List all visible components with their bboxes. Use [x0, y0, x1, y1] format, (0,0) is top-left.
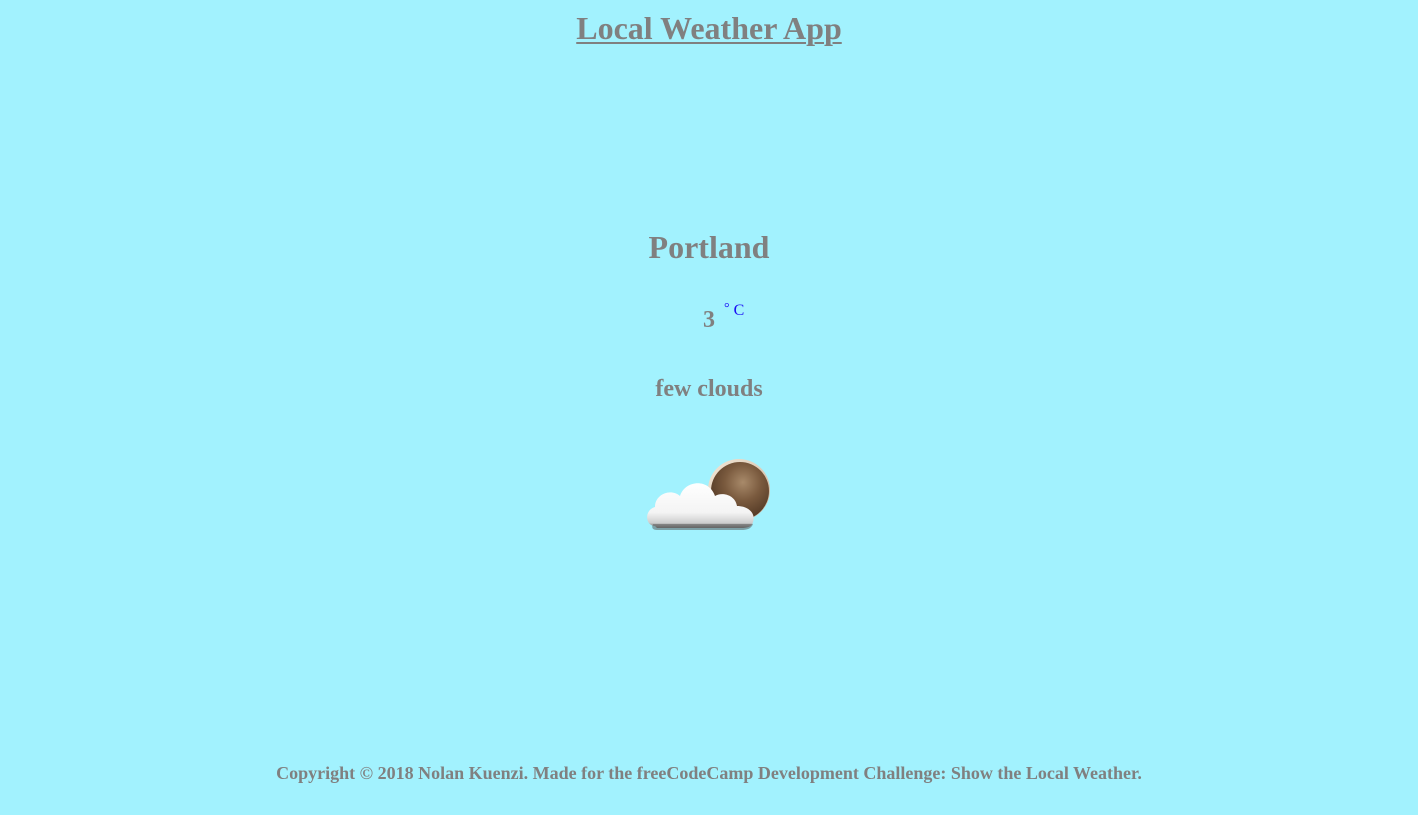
- footer-copyright: Copyright © 2018 Nolan Kuenzi. Made for …: [276, 763, 1142, 783]
- weather-description: few clouds: [655, 376, 763, 402]
- city-name: Portland: [648, 229, 770, 265]
- app-title-link[interactable]: Local Weather App: [576, 10, 842, 46]
- unit-letter: C: [733, 302, 745, 319]
- temperature-row: 3 ° C: [0, 301, 1418, 342]
- few-clouds-night-icon: [647, 459, 770, 530]
- weather-page: Local Weather App Portland 3 ° C few clou…: [0, 0, 1418, 815]
- unit-toggle-link[interactable]: ° C: [724, 301, 745, 321]
- app-title: Local Weather App: [0, 9, 1418, 47]
- temperature-value: 3: [703, 307, 715, 333]
- degree-symbol: °: [724, 301, 730, 316]
